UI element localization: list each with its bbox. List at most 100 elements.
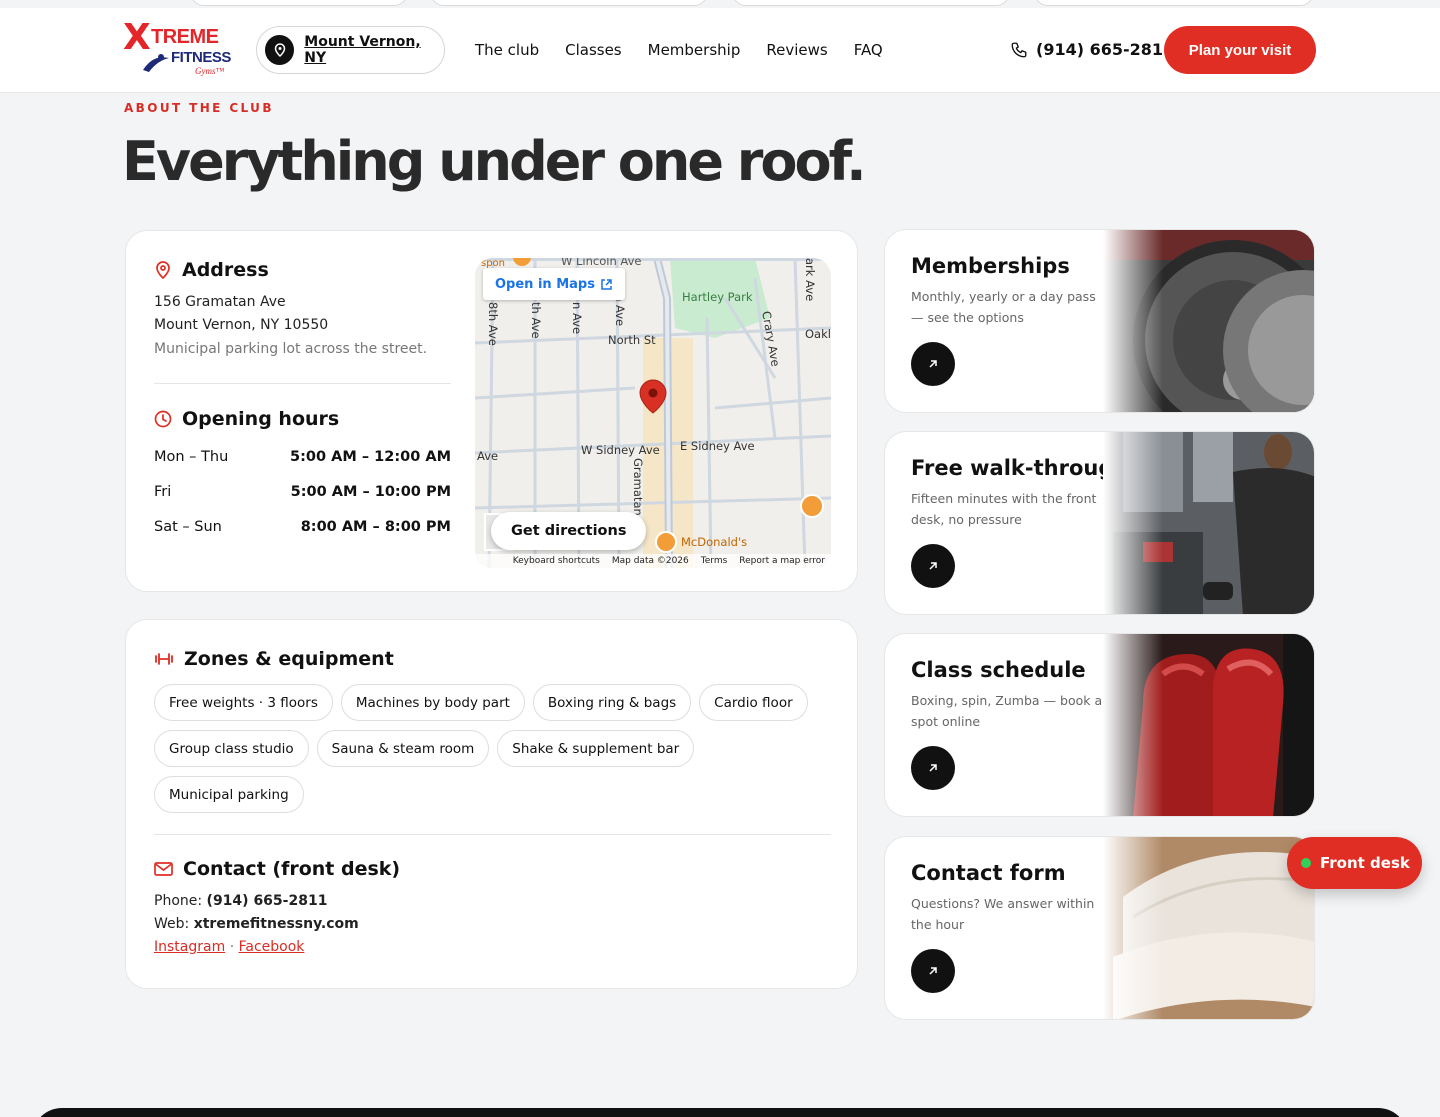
nav-classes[interactable]: Classes [565,41,622,59]
map-terms-link[interactable]: Terms [701,556,728,566]
arrow-up-right-icon [929,360,937,368]
plan-your-visit-button[interactable]: Plan your visit [1164,26,1316,74]
hours-row: Sat – Sun 8:00 AM – 8:00 PM [154,519,451,535]
map-label: 8th Ave [486,302,500,346]
zone-chip: Sauna & steam room [316,730,490,767]
dumbbell-icon [155,653,173,665]
map-data-credit: Map data ©2026 [611,556,689,566]
address-line-2: Mount Vernon, NY 10550 [154,317,329,333]
site-header: X TREME FITNESS Gyms™ Mount Vernon, NY T… [0,8,1440,93]
embedded-map[interactable]: W Lincoln Ave Hartley Park North St W Si… [475,258,831,568]
map-label: E Sidney Ave [680,439,755,453]
map-label: McDonald's [681,535,748,549]
social-links: Instagram · Facebook [154,939,304,955]
social-separator: · [229,939,235,955]
location-selector[interactable]: Mount Vernon, NY [256,26,445,74]
address-card: Address 156 Gramatan Ave Mount Vernon, N… [125,230,858,592]
contact-title: Contact (front desk) [183,858,401,880]
location-pin-icon [265,35,295,65]
map-label: ark Ave [803,258,817,302]
image-fade [1103,837,1163,1019]
zone-chip: Cardio floor [699,684,808,721]
card-title: Memberships [911,254,1070,278]
section-eyebrow: ABOUT THE CLUB [124,101,274,115]
main-nav: The club Classes Membership Reviews FAQ [475,41,909,59]
nav-membership[interactable]: Membership [648,41,741,59]
zone-chip: Shake & supplement bar [497,730,695,767]
location-label: Mount Vernon, NY [304,34,421,66]
class-schedule-arrow-button[interactable] [911,746,955,790]
zones-chip-list: Free weights · 3 floors Machines by body… [154,684,834,813]
card-description: Boxing, spin, Zumba — book a spot online [911,693,1103,729]
contact-form-arrow-button[interactable] [911,949,955,993]
hours-day: Fri [154,484,172,500]
zone-chip: Group class studio [154,730,309,767]
header-phone-link[interactable]: (914) 665-2811 [1010,40,1174,59]
logo-swoosh-icon [143,54,169,72]
map-label: North St [608,333,656,347]
nav-reviews[interactable]: Reviews [766,41,827,59]
class-schedule-card[interactable]: Class schedule Boxing, spin, Zumba — boo… [884,633,1315,817]
contact-phone-number[interactable]: (914) 665-2811 [207,893,328,909]
clock-icon [154,410,172,428]
zone-chip: Free weights · 3 floors [154,684,333,721]
memberships-card[interactable]: Memberships Monthly, yearly or a day pas… [884,229,1315,413]
contact-phone-line: Phone: (914) 665-2811 [154,893,327,909]
address-heading: Address [154,259,269,281]
open-in-maps-link[interactable]: Open in Maps [483,268,625,300]
contact-phone-label: Phone: [154,893,203,909]
arrow-up-right-icon [929,967,937,975]
hours-title: Opening hours [182,408,340,430]
map-report-error-link[interactable]: Report a map error [739,556,825,566]
zones-heading: Zones & equipment [154,648,394,670]
walk-through-arrow-button[interactable] [911,544,955,588]
walk-through-card[interactable]: Free walk-through Fifteen minutes with t… [884,431,1315,615]
hours-heading: Opening hours [154,408,339,430]
nav-faq[interactable]: FAQ [854,41,883,59]
hours-time: 8:00 AM – 8:00 PM [300,519,451,535]
contact-web-label: Web: [154,916,190,932]
map-label: Ave [477,449,499,463]
contact-web-line: Web: xtremefitnessny.com [154,916,359,932]
image-fade [1103,432,1163,614]
map-keyboard-shortcuts[interactable]: Keyboard shortcuts [513,556,600,566]
nav-the-club[interactable]: The club [475,41,539,59]
zones-title: Zones & equipment [184,648,394,670]
map-label: W Lincoln Ave [561,258,642,268]
card-title: Free walk-through [911,456,1129,480]
zones-contact-card: Zones & equipment Free weights · 3 floor… [125,619,858,989]
hours-row: Mon – Thu 5:00 AM – 12:00 AM [154,449,451,465]
card-title: Class schedule [911,658,1086,682]
instagram-link[interactable]: Instagram [154,939,225,955]
map-label: Oakl [805,327,831,341]
envelope-icon [154,862,173,876]
logo-treme: TREME [151,26,219,48]
footer-bar [32,1108,1408,1117]
zone-chip: Boxing ring & bags [532,684,692,721]
memberships-arrow-button[interactable] [911,342,955,386]
open-in-maps-label: Open in Maps [495,276,595,292]
external-link-icon [601,278,612,290]
contact-website[interactable]: xtremefitnessny.com [194,916,359,932]
xtreme-fitness-logo[interactable]: X TREME FITNESS Gyms™ [123,20,235,78]
address-title: Address [182,259,269,281]
map-label: th Ave [529,302,543,339]
zone-chip: Municipal parking [154,776,304,813]
address-note: Municipal parking lot across the street. [154,341,428,357]
get-directions-button[interactable]: Get directions [491,512,647,550]
front-desk-label: Front desk [1320,854,1410,872]
image-fade [1103,230,1163,412]
top-strip [0,0,1440,8]
front-desk-chat-button[interactable]: Front desk [1287,837,1422,889]
page-title: Everything under one roof. [122,130,867,193]
map-label: Hartley Park [682,290,753,304]
facebook-link[interactable]: Facebook [239,939,305,955]
logo-gyms: Gyms™ [195,66,225,76]
hours-day: Mon – Thu [154,449,229,465]
hours-day: Sat – Sun [154,519,222,535]
card-description: Fifteen minutes with the front desk, no … [911,491,1097,527]
arrow-up-right-icon [929,562,937,570]
contact-form-card[interactable]: Contact form Questions? We answer within… [884,836,1315,1020]
hours-time: 5:00 AM – 12:00 AM [290,449,451,465]
logo-fitness: FITNESS [171,49,231,66]
